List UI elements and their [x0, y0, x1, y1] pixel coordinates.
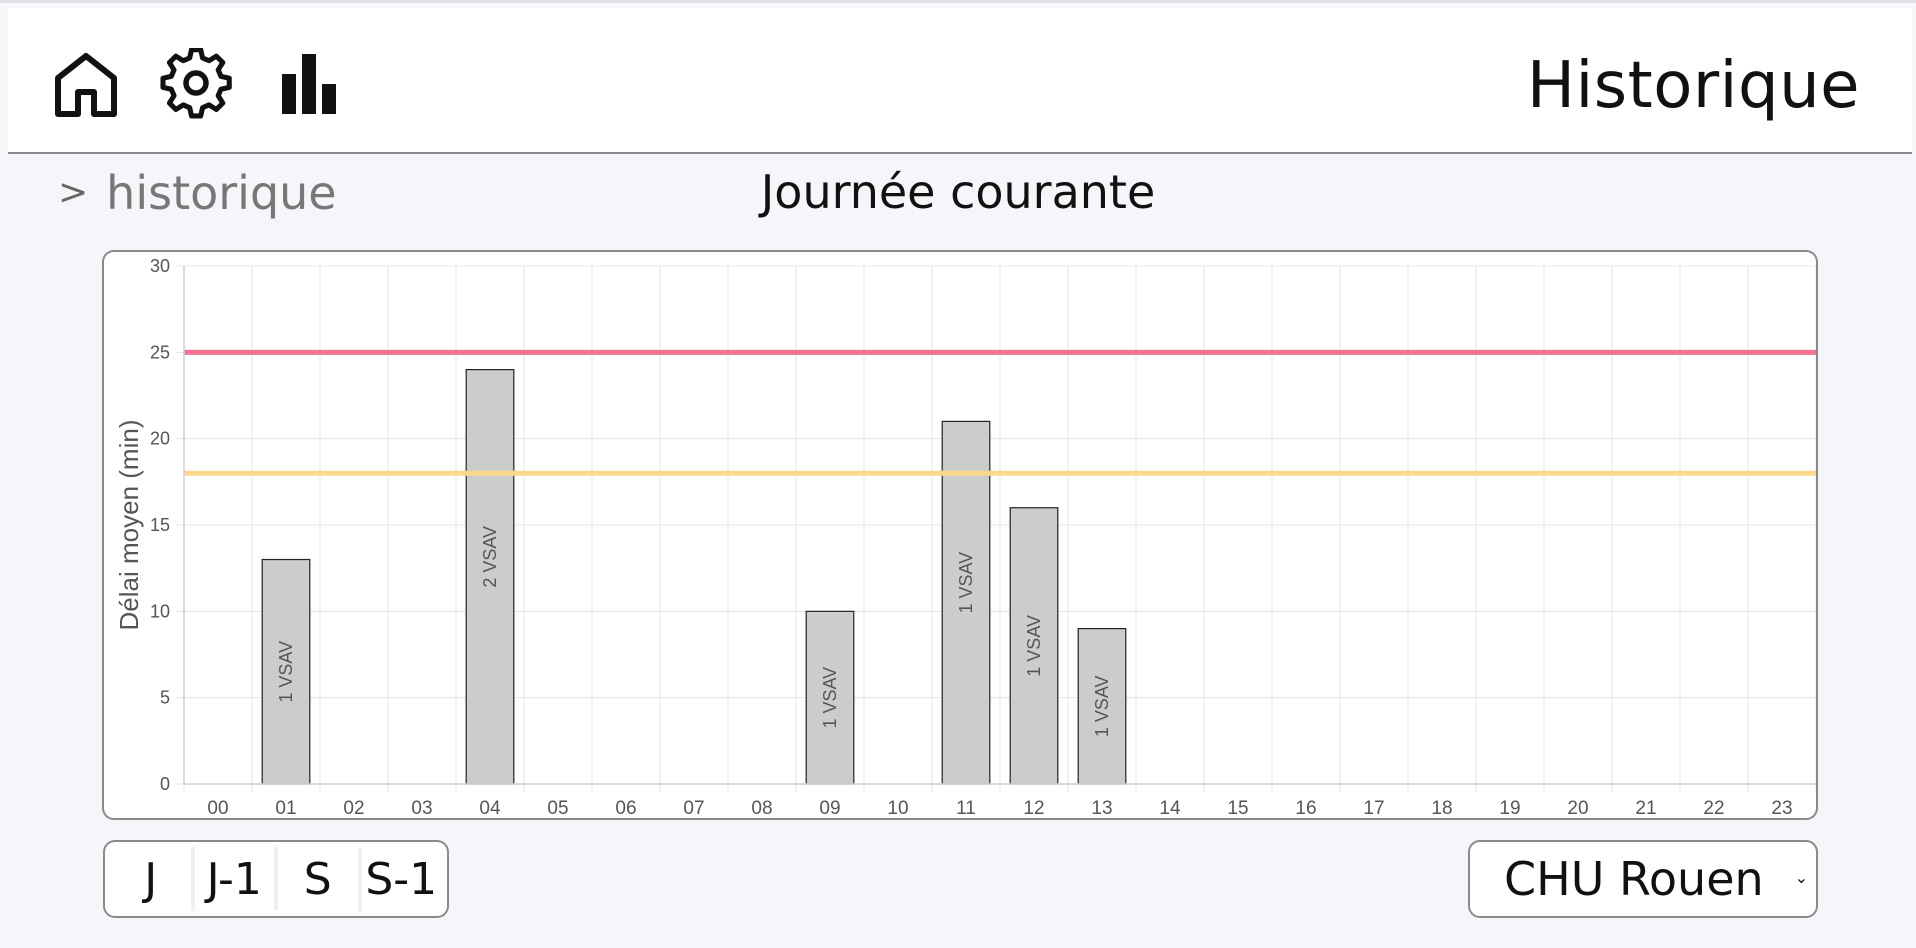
period-button-j-1[interactable]: J-1	[194, 847, 278, 911]
period-button-s-1[interactable]: S-1	[361, 847, 441, 911]
top-border	[0, 0, 1916, 3]
period-button-j[interactable]: J	[111, 847, 195, 911]
x-tick-label: 22	[1703, 798, 1724, 818]
x-tick-label: 07	[683, 798, 704, 818]
chart-subtitle: Journée courante	[760, 165, 1156, 219]
y-axis-label: Délai moyen (min)	[114, 420, 144, 631]
x-tick-label: 23	[1771, 798, 1792, 818]
x-tick-label: 21	[1635, 798, 1656, 818]
x-tick-label: 17	[1363, 798, 1384, 818]
y-tick-label: 25	[150, 342, 170, 362]
x-tick-label: 00	[207, 798, 228, 818]
bar-data-label: 1 VSAV	[1092, 675, 1112, 737]
bar-data-label: 1 VSAV	[956, 552, 976, 614]
period-selector: J J-1 S S-1	[103, 840, 449, 918]
x-tick-label: 10	[887, 798, 908, 818]
x-tick-label: 11	[956, 798, 976, 818]
y-tick-label: 15	[150, 515, 170, 535]
x-tick-label: 01	[275, 798, 296, 818]
chevron-down-icon: ⌄	[1794, 868, 1808, 887]
site-select[interactable]: CHU Rouen ⌄	[1468, 840, 1818, 918]
x-tick-label: 05	[547, 798, 568, 818]
x-tick-label: 12	[1023, 798, 1044, 818]
x-tick-label: 13	[1091, 798, 1112, 818]
bar-chart: 051015202530Délai moyen (min)00 01 02 03 04 0…	[114, 256, 1816, 818]
y-tick-label: 30	[150, 256, 170, 276]
x-tick-label: 06	[615, 798, 636, 818]
chart-panel: 0 5 10 15 20 25 30 Délai moyen (min) 00 01 02 03 04 0…	[102, 250, 1818, 820]
y-tick-label: 5	[160, 688, 170, 708]
bar-data-label: 1 VSAV	[1024, 615, 1044, 677]
x-tick-label: 04	[479, 798, 501, 818]
bar-chart-icon[interactable]	[278, 48, 350, 120]
x-tick-label: 02	[343, 798, 364, 818]
bar-data-label: 2 VSAV	[480, 526, 500, 588]
x-tick-label: 19	[1499, 798, 1520, 818]
app-header: Historique	[8, 8, 1912, 154]
bar-data-label: 1 VSAV	[820, 667, 840, 729]
x-tick-label: 08	[751, 798, 772, 818]
page-title: Historique	[1526, 49, 1860, 123]
y-tick-label: 10	[150, 601, 170, 621]
bar-data-label: 1 VSAV	[276, 641, 296, 703]
x-tick-label: 18	[1431, 798, 1452, 818]
home-icon[interactable]	[50, 48, 122, 120]
x-tick-label: 03	[411, 798, 432, 818]
x-tick-label: 20	[1567, 798, 1588, 818]
y-tick-label: 20	[150, 429, 170, 449]
y-tick-label: 0	[160, 774, 170, 794]
period-button-s[interactable]: S	[278, 847, 362, 911]
x-tick-label: 16	[1295, 798, 1316, 818]
x-tick-label: 15	[1227, 798, 1248, 818]
x-tick-label: 09	[819, 798, 840, 818]
gear-icon[interactable]	[160, 48, 232, 120]
site-select-value: CHU Rouen	[1504, 852, 1764, 906]
x-tick-label: 14	[1159, 798, 1181, 818]
